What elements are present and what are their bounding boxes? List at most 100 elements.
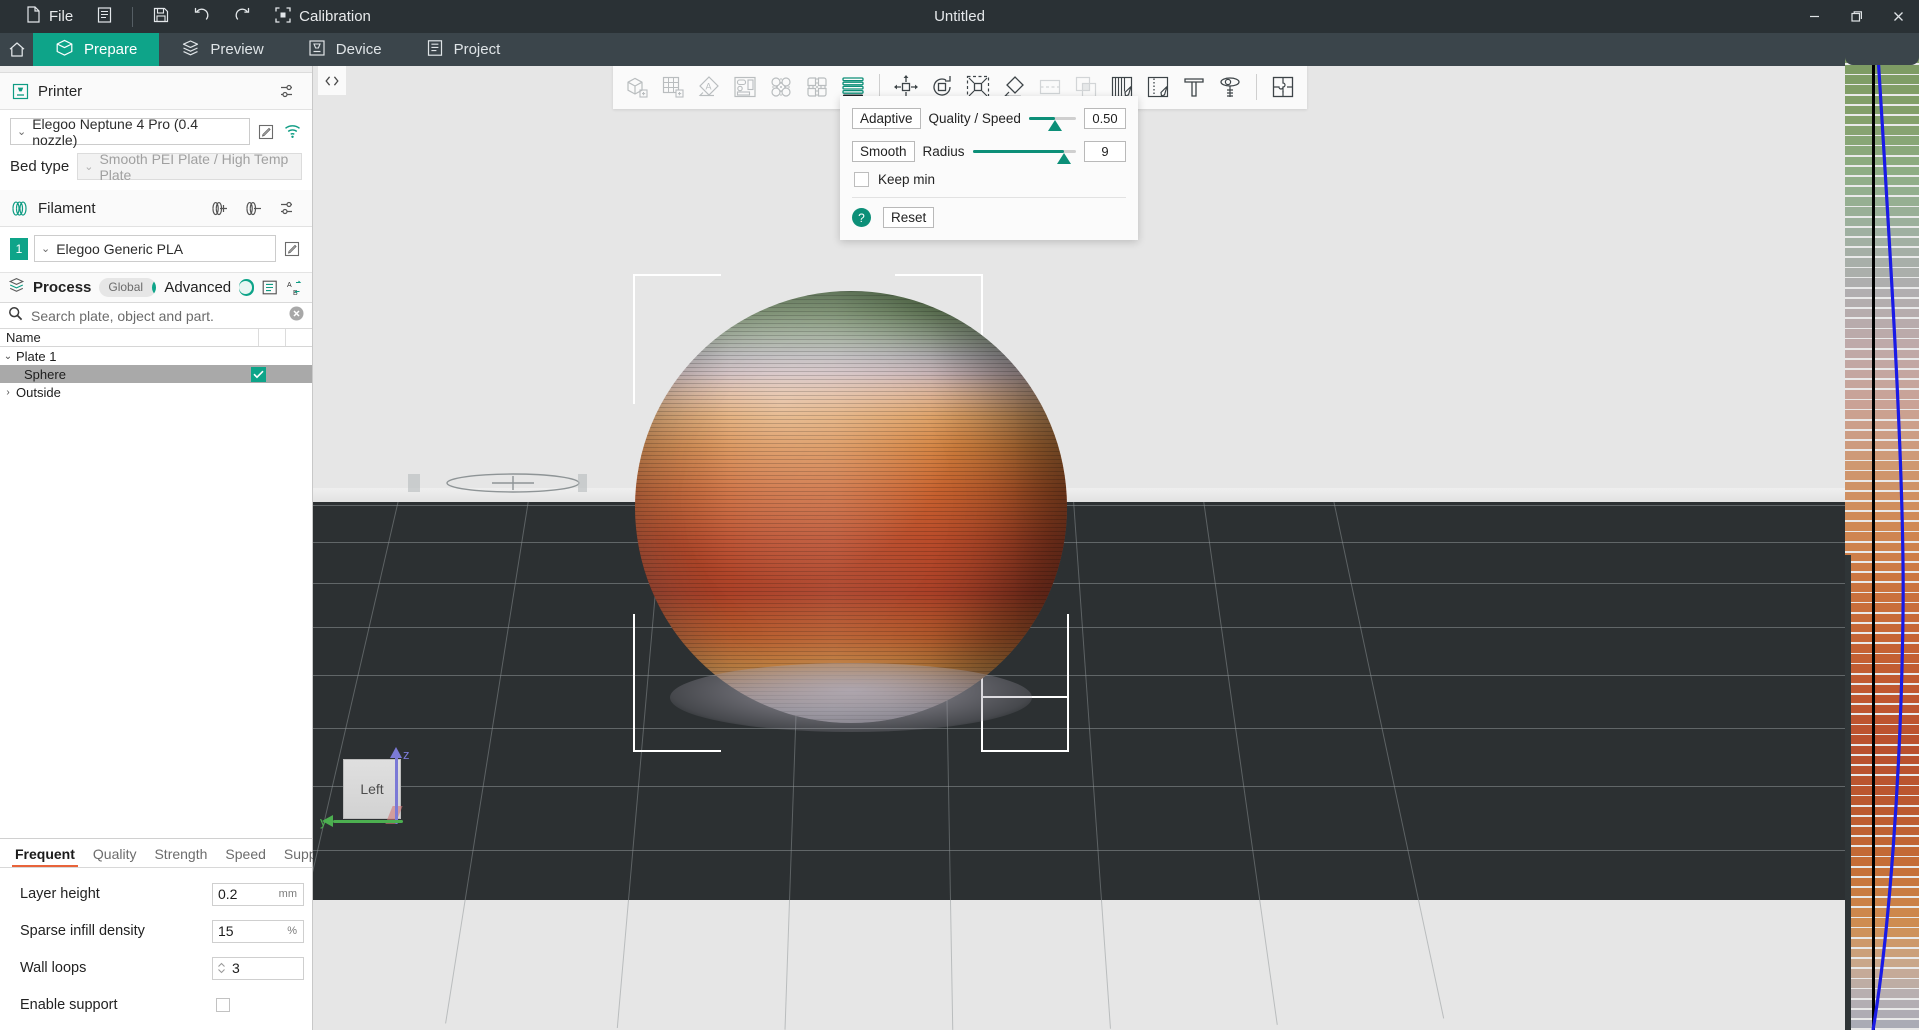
add-plate-icon[interactable] <box>655 66 691 108</box>
selection-bracket <box>981 750 1069 752</box>
measure-icon[interactable] <box>1212 66 1248 108</box>
sphere-model[interactable] <box>635 291 1067 732</box>
sliders-icon[interactable] <box>278 81 298 101</box>
filament-add-icon[interactable] <box>210 198 230 218</box>
bed-grid <box>313 499 1845 1030</box>
adaptive-row: Adaptive Quality / Speed 0.50 <box>852 106 1126 131</box>
quality-speed-value[interactable]: 0.50 <box>1084 107 1126 129</box>
home-button[interactable] <box>0 33 33 66</box>
compare-ab-icon[interactable]: AB <box>287 278 304 298</box>
menu-list-button[interactable] <box>85 0 124 33</box>
reset-button[interactable]: Reset <box>883 207 935 228</box>
scope-global-option[interactable]: Global <box>99 278 152 297</box>
printer-preset-row: ⌄ Elegoo Neptune 4 Pro (0.4 nozzle) <box>0 110 312 151</box>
printer-section-header: Printer <box>0 73 312 110</box>
shading-overlay <box>635 291 1067 723</box>
tree-row-sphere[interactable]: Sphere <box>0 365 312 383</box>
help-icon[interactable]: ? <box>852 208 871 227</box>
param-tab-speed[interactable]: Speed <box>216 846 274 867</box>
keep-min-label: Keep min <box>878 172 936 187</box>
tab-preview[interactable]: Preview <box>159 33 285 66</box>
split-objects-icon[interactable] <box>799 66 835 108</box>
layer-height-input[interactable]: 0.2 mm <box>212 882 304 906</box>
param-tab-strength[interactable]: Strength <box>145 846 216 867</box>
filament-index-badge[interactable]: 1 <box>10 237 28 260</box>
printer-preset-combo[interactable]: ⌄ Elegoo Neptune 4 Pro (0.4 nozzle) <box>10 116 250 148</box>
restore-button[interactable] <box>1835 0 1877 33</box>
slider-thumb[interactable] <box>1047 119 1062 131</box>
add-object-icon[interactable] <box>619 66 655 108</box>
chevron-right-icon[interactable]: › <box>0 387 16 398</box>
tree-row-label: Plate 1 <box>16 348 57 364</box>
svg-text:A: A <box>287 282 292 289</box>
param-value: 3 <box>232 960 240 976</box>
assembly-icon[interactable] <box>1265 66 1301 108</box>
smooth-button[interactable]: Smooth <box>852 140 915 162</box>
radius-value[interactable]: 9 <box>1084 140 1126 162</box>
variable-layer-height-bar[interactable] <box>1845 55 1919 1030</box>
object-visibility-checkbox[interactable] <box>251 366 266 382</box>
tab-project[interactable]: Project <box>404 33 523 66</box>
collapse-panel-icon[interactable] <box>318 66 346 95</box>
menu-bar: File Calibration <box>0 0 383 33</box>
tab-device[interactable]: Device <box>286 33 404 66</box>
selection-bracket <box>1067 614 1069 752</box>
tab-prepare[interactable]: Prepare <box>33 33 160 66</box>
object-search-row <box>0 303 312 329</box>
menu-file-label: File <box>49 8 74 25</box>
list-view-icon[interactable] <box>262 278 279 298</box>
layer-bar-handle[interactable] <box>1845 55 1919 65</box>
sliders-icon[interactable] <box>278 198 298 218</box>
filament-remove-icon[interactable] <box>244 198 264 218</box>
selection-bracket <box>895 274 983 276</box>
bed-type-combo[interactable]: ⌄ Smooth PEI Plate / High Temp Plate <box>77 150 302 183</box>
keep-min-checkbox[interactable] <box>854 172 869 187</box>
param-tab-frequent[interactable]: Frequent <box>6 846 84 867</box>
adaptive-button[interactable]: Adaptive <box>852 107 921 129</box>
file-icon <box>26 6 41 27</box>
3d-viewport[interactable]: Left z y A Adaptive Quality / Speed 0.50… <box>313 66 1845 1030</box>
advanced-toggle[interactable] <box>239 279 254 296</box>
chevron-down-icon: ⌄ <box>84 161 94 173</box>
filament-preset-combo[interactable]: ⌄ Elegoo Generic PLA <box>34 235 276 262</box>
edit-icon[interactable] <box>282 239 302 259</box>
slider-thumb[interactable] <box>1056 152 1071 164</box>
process-scope-toggle[interactable]: Global Objects <box>99 278 157 297</box>
add-text-icon[interactable]: A <box>691 66 727 108</box>
sparse-infill-density-input[interactable]: 15 % <box>212 919 304 943</box>
stepper-icon[interactable] <box>217 961 226 975</box>
title-bar: File Calibration Untitled <box>0 0 1919 33</box>
wifi-icon[interactable] <box>282 122 302 142</box>
toolbar-redo[interactable] <box>222 0 263 33</box>
selection-bracket <box>633 614 635 752</box>
quality-speed-slider[interactable] <box>1028 108 1076 131</box>
auto-arrange-circles-icon[interactable] <box>763 66 799 108</box>
process-section-title: Process <box>33 279 92 296</box>
wall-loops-input[interactable]: 3 <box>212 956 304 980</box>
tree-row-outside[interactable]: › Outside <box>0 383 312 401</box>
param-label: Sparse infill density <box>20 923 145 939</box>
text-tool-icon[interactable] <box>1176 66 1212 108</box>
bed-type-value: Smooth PEI Plate / High Temp Plate <box>99 150 289 183</box>
close-button[interactable] <box>1877 0 1919 33</box>
scope-objects-option[interactable]: Objects <box>152 278 157 297</box>
search-input[interactable] <box>31 307 281 324</box>
radius-slider[interactable] <box>972 141 1076 164</box>
menu-calibration[interactable]: Calibration <box>263 0 383 33</box>
arrange-icon[interactable] <box>727 66 763 108</box>
param-tab-quality[interactable]: Quality <box>84 846 146 867</box>
clear-icon[interactable] <box>289 306 304 326</box>
tree-row-plate[interactable]: ⌄ Plate 1 <box>0 347 312 365</box>
enable-support-checkbox[interactable] <box>216 998 230 1012</box>
minimize-button[interactable] <box>1793 0 1835 33</box>
toolbar-undo[interactable] <box>181 0 222 33</box>
bed-decal <box>408 473 587 493</box>
print-bed <box>313 499 1845 1030</box>
save-icon <box>153 7 169 27</box>
edit-icon[interactable] <box>256 122 276 142</box>
seam-painting-icon[interactable] <box>1140 66 1176 108</box>
menu-file[interactable]: File <box>14 0 85 33</box>
selection-bracket <box>633 274 635 404</box>
chevron-down-icon[interactable]: ⌄ <box>0 351 16 362</box>
toolbar-save[interactable] <box>141 0 181 33</box>
